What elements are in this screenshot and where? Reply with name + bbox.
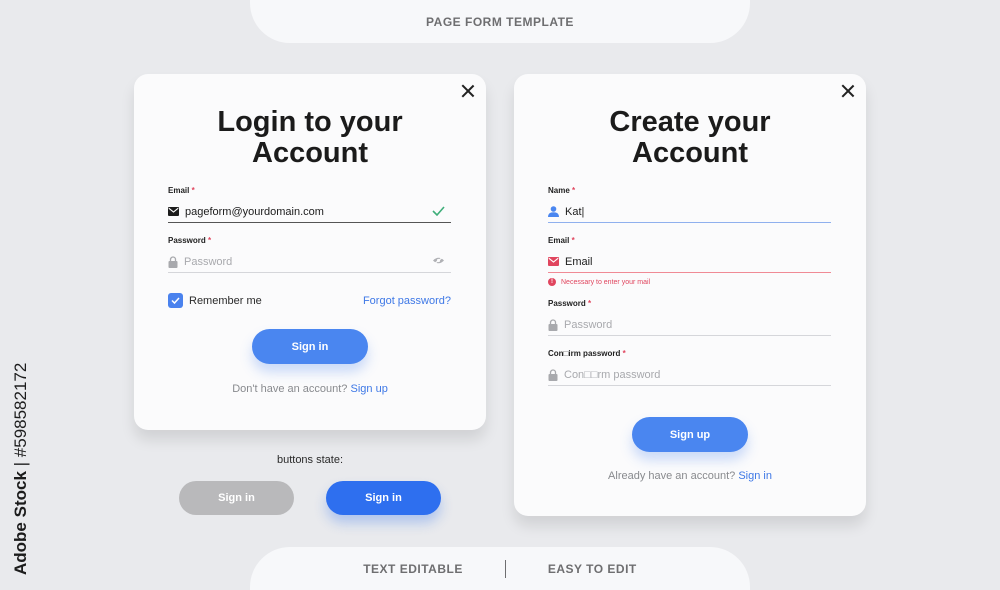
check-icon: [171, 297, 180, 304]
sign-in-button[interactable]: Sign in: [252, 329, 368, 364]
bottom-banner-left: TEXT EDITABLE: [363, 561, 463, 576]
buttons-state-label: buttons state:: [276, 454, 344, 466]
login-email-value: pageform@yourdomain.com: [185, 205, 324, 218]
side-id-text: | #598582172: [11, 362, 30, 467]
login-footer-text: Don't have an account?: [232, 383, 348, 395]
email-error-message: ! Necessary to enter your mail: [548, 278, 831, 286]
signup-footer: Already have an account? Sign in: [514, 470, 866, 482]
bottom-banner: TEXT EDITABLE EASY TO EDIT: [250, 547, 750, 590]
side-brand-text: Adobe Stock: [11, 471, 30, 575]
login-email-label: Email *: [168, 186, 195, 195]
sign-up-link[interactable]: Sign up: [351, 383, 388, 395]
error-icon: !: [548, 278, 556, 286]
eye-off-icon[interactable]: [432, 256, 445, 265]
signup-footer-text: Already have an account?: [608, 470, 736, 482]
remember-checkbox[interactable]: [168, 293, 183, 308]
top-banner: PAGE FORM TEMPLATE: [250, 0, 750, 43]
login-password-placeholder: Password: [184, 255, 233, 268]
signup-title: Create your Account: [514, 107, 866, 169]
lock-icon: [548, 318, 558, 331]
signup-name-field: Name * Kat|: [548, 186, 831, 223]
login-footer: Don't have an account? Sign up: [134, 383, 486, 395]
sign-up-button[interactable]: Sign up: [632, 417, 748, 452]
user-icon: [548, 206, 559, 217]
login-password-label: Password *: [168, 236, 212, 245]
signup-title-line1: Create your: [609, 106, 771, 138]
signup-name-value: Kat|: [565, 205, 585, 218]
close-icon[interactable]: [460, 83, 476, 99]
login-password-field: Password * Password: [168, 236, 451, 273]
signup-name-label: Name *: [548, 186, 576, 195]
signup-confirm-input[interactable]: Con□□rm password: [548, 364, 831, 386]
banner-divider: [504, 559, 506, 578]
lock-icon: [168, 255, 178, 268]
sign-in-link[interactable]: Sign in: [738, 470, 772, 482]
signup-card: Create your Account Name * Kat| Email * …: [514, 74, 866, 516]
mail-icon: [548, 257, 559, 266]
signup-password-placeholder: Password: [564, 318, 613, 331]
email-error-text: Necessary to enter your mail: [561, 278, 651, 286]
login-card: Login to your Account Email * pageform@y…: [134, 74, 486, 430]
signup-confirm-label: Con□irm password *: [548, 349, 626, 358]
signup-name-input[interactable]: Kat|: [548, 201, 831, 223]
check-icon: [432, 206, 445, 216]
login-title-line1: Login to your: [217, 106, 403, 138]
forgot-password-link[interactable]: Forgot password?: [363, 295, 451, 307]
lock-icon: [548, 368, 558, 381]
bottom-banner-right: EASY TO EDIT: [547, 561, 637, 576]
login-title-line2: Account: [252, 137, 368, 169]
remember-me[interactable]: Remember me: [168, 293, 262, 308]
login-title: Login to your Account: [134, 107, 486, 169]
side-watermark: Adobe Stock | #598582172: [11, 363, 31, 575]
signup-email-label: Email *: [548, 236, 575, 245]
signup-confirm-field: Con□irm password * Con□□rm password: [548, 349, 831, 386]
login-email-input[interactable]: pageform@yourdomain.com: [168, 201, 451, 223]
signup-password-label: Password *: [548, 299, 592, 308]
signup-title-line2: Account: [632, 137, 748, 169]
signup-password-field: Password * Password: [548, 299, 831, 336]
sign-in-button-active[interactable]: Sign in: [326, 481, 441, 515]
signup-email-field: Email * Email ! Necessary to enter your …: [548, 236, 831, 286]
signup-email-value: Email: [565, 255, 593, 268]
sign-in-button-disabled[interactable]: Sign in: [179, 481, 294, 515]
login-password-input[interactable]: Password: [168, 251, 451, 273]
login-email-field: Email * pageform@yourdomain.com: [168, 186, 451, 223]
close-icon[interactable]: [840, 83, 856, 99]
mail-icon: [168, 207, 179, 216]
remember-label: Remember me: [189, 294, 262, 307]
signup-email-input[interactable]: Email: [548, 251, 831, 273]
signup-confirm-placeholder: Con□□rm password: [564, 368, 661, 381]
top-banner-text: PAGE FORM TEMPLATE: [426, 14, 574, 29]
signup-password-input[interactable]: Password: [548, 314, 831, 336]
